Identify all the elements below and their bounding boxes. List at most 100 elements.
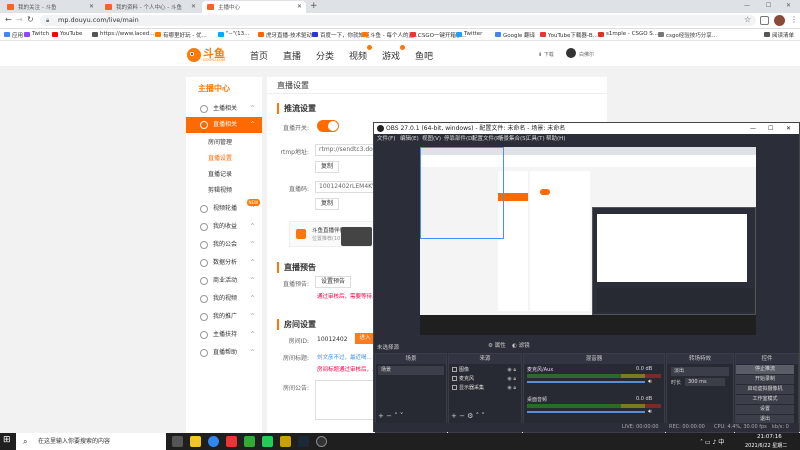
visibility-lock-icon[interactable]: ◉ 🔒︎	[507, 384, 516, 392]
task-view-icon[interactable]	[172, 436, 183, 447]
nav-video[interactable]: 视频	[349, 49, 367, 62]
sidebar-item[interactable]: 主播扶持 ^	[186, 327, 262, 343]
obs-control-button[interactable]: 启动虚拟摄像机	[736, 385, 794, 394]
app-icon-nvidia[interactable]	[262, 436, 273, 447]
bookmark-item[interactable]: 虎牙直播-技术驱动...	[258, 31, 317, 39]
tab-close-icon[interactable]: ✕	[191, 3, 196, 10]
bookmark-item[interactable]: YouTube	[52, 31, 82, 37]
sidebar-item[interactable]: 商业活动 ^	[186, 273, 262, 289]
tab-close-icon[interactable]: ✕	[89, 3, 94, 10]
taskbar-search[interactable]: ⌕ 在这里输入你要搜索的内容	[16, 433, 166, 450]
obs-maximize-icon[interactable]: ☐	[768, 123, 773, 134]
bookmark-item[interactable]: https://www.laced...	[92, 31, 155, 37]
copy-rtmp-button[interactable]: 复制	[315, 161, 339, 173]
sidebar-item[interactable]: 我的收益 ^	[186, 219, 262, 235]
volume-slider[interactable]	[527, 381, 645, 383]
bookmark-star-icon[interactable]: ☆	[744, 16, 751, 24]
nav-live[interactable]: 直播	[283, 49, 301, 62]
clock-date[interactable]: 2021/6/22 星期二	[745, 442, 787, 449]
nav-home[interactable]: 首页	[250, 49, 268, 62]
obs-preview-canvas[interactable]	[420, 147, 756, 335]
file-explorer-icon[interactable]	[190, 436, 201, 447]
set-preview-button[interactable]: 设置预告	[315, 276, 351, 288]
obs-menu-item[interactable]: 工具(T)	[526, 134, 545, 144]
bookmark-item[interactable]: 百度一下，你就知道	[312, 31, 370, 39]
sidebar-item[interactable]: 我的视频 ^	[186, 291, 262, 307]
duration-input[interactable]: 300 ms	[685, 378, 725, 386]
bookmark-item[interactable]: 应用	[4, 31, 23, 39]
source-item[interactable]: 麦克风 ◉ 🔒︎	[451, 375, 519, 383]
nav-games[interactable]: 游戏	[382, 49, 400, 62]
sidebar-item[interactable]: 主播相关 ^	[186, 101, 262, 117]
obs-menu-item[interactable]: 停靠部件(D)	[444, 134, 475, 144]
sidebar-item[interactable]: 直播相关 ^	[186, 117, 262, 133]
douyu-logo[interactable]: 斗鱼 DOUYU.COM	[186, 44, 230, 64]
nav-fishbar[interactable]: 鱼吧	[415, 49, 433, 62]
app-icon-red[interactable]	[226, 436, 237, 447]
obs-close-icon[interactable]: ✕	[786, 123, 791, 134]
tab-douyu-profile[interactable]: 我的资料 - 个人中心 - 斗鱼 ✕	[100, 1, 200, 13]
sidebar-item[interactable]: 直播设置	[186, 151, 262, 167]
bookmark-item[interactable]: 有哪里好玩 - 优...	[155, 31, 207, 39]
url-field[interactable]: 🔒︎ mp.douyu.com/live/main	[40, 15, 756, 26]
profile-avatar[interactable]	[774, 15, 785, 26]
app-icon-yellow[interactable]	[280, 436, 291, 447]
back-icon[interactable]: ←	[5, 16, 12, 24]
forward-icon[interactable]: →	[16, 16, 23, 24]
bookmark-item[interactable]: Twitch	[24, 31, 49, 37]
tray-icons[interactable]: ˄ ▭ ♪ 中	[700, 437, 724, 446]
filters-button[interactable]: ◐ 滤镜	[512, 341, 530, 349]
source-item[interactable]: 图像 ◉ 🔒︎	[451, 366, 519, 374]
nav-category[interactable]: 分类	[316, 49, 334, 62]
room-title-value[interactable]: 刘文彦不过，最近喝...	[317, 353, 372, 361]
obs-control-button[interactable]: 开始录制	[736, 375, 794, 384]
reload-icon[interactable]: ↻	[27, 16, 34, 24]
obs-menu-item[interactable]: 视图(V)	[422, 134, 441, 144]
enter-room-button[interactable]: 进入	[355, 333, 375, 344]
clock-time[interactable]: 21:07:16	[757, 434, 782, 440]
app-icon-green[interactable]	[244, 436, 255, 447]
download-link[interactable]: ⬇︎ 下载	[538, 51, 554, 58]
source-add-icon[interactable]: + − ⚙ ˄ ˅	[451, 412, 485, 420]
sidebar-item[interactable]: 剪辑视频	[186, 183, 262, 199]
tab-close-icon[interactable]: ✕	[297, 3, 302, 10]
sidebar-item[interactable]: 直播记录	[186, 167, 262, 183]
obs-menu-item[interactable]: 文件(F)	[377, 134, 395, 144]
username[interactable]: 白佛尔	[579, 51, 594, 58]
sidebar-item[interactable]: 我的公会 ^	[186, 237, 262, 253]
copy-key-button[interactable]: 复制	[315, 198, 339, 210]
chrome-icon[interactable]	[208, 436, 219, 447]
menu-kebab-icon[interactable]: ⋮	[790, 16, 798, 24]
bookmark-item[interactable]: YouTube下载器-B...	[540, 31, 598, 39]
volume-slider[interactable]	[527, 411, 645, 413]
tab-anchor-center[interactable]: 主播中心 ✕	[202, 1, 306, 13]
transition-select[interactable]: 淡出	[671, 367, 729, 376]
bookmark-item[interactable]: s1mple - CSGO S...	[598, 31, 658, 37]
obs-minimize-icon[interactable]: —	[750, 123, 756, 134]
speaker-icon[interactable]: 🔊︎	[648, 408, 652, 416]
user-avatar[interactable]	[566, 48, 576, 58]
sidebar-item[interactable]: 我的推广 ^	[186, 309, 262, 325]
scene-item[interactable]: 场景	[378, 366, 444, 375]
live-switch-toggle[interactable]	[317, 120, 339, 132]
stream-key-field[interactable]: 10012402rLEM4KV...	[315, 181, 381, 193]
obs-menu-item[interactable]: 帮助(H)	[546, 134, 565, 144]
visibility-lock-icon[interactable]: ◉ 🔒︎	[507, 375, 516, 383]
room-notice-textarea[interactable]	[315, 380, 375, 420]
obs-control-button[interactable]: 设置	[736, 405, 794, 414]
bookmark-item[interactable]: Twitter	[456, 31, 482, 37]
bookmark-item[interactable]: "--"(13...	[218, 31, 249, 37]
visibility-lock-icon[interactable]: ◉ 🔒︎	[507, 366, 516, 374]
obs-taskbar-icon[interactable]	[316, 436, 327, 447]
bookmark-item[interactable]: csgo经验技巧分享...	[658, 31, 717, 39]
sidebar-item[interactable]: 视频轮播 ^ NEW	[186, 199, 262, 217]
bookmark-item[interactable]: 阅读清单	[764, 31, 794, 39]
new-tab-button[interactable]: +	[310, 1, 318, 11]
steam-icon[interactable]	[298, 436, 309, 447]
sidebar-item[interactable]: 房间管理	[186, 135, 262, 151]
tab-douyu-follow[interactable]: 我的关注 - 斗鱼 ✕	[2, 1, 98, 13]
obs-menu-item[interactable]: 编辑(E)	[400, 134, 419, 144]
obs-menu-item[interactable]: 场景集合(S)	[498, 134, 528, 144]
source-item[interactable]: 显示器采集 ◉ 🔒︎	[451, 384, 519, 392]
minimize-icon[interactable]: —	[744, 2, 750, 9]
